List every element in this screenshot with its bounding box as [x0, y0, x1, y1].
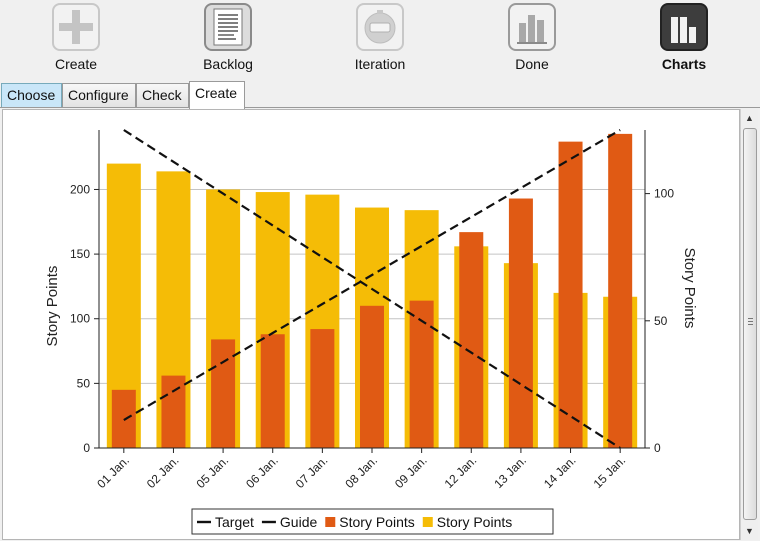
toolbar-backlog-label: Backlog	[203, 56, 253, 72]
y-tick-label-right: 50	[654, 314, 668, 328]
bar-orange	[508, 198, 533, 448]
y-tick-label-left: 0	[83, 441, 90, 455]
y-tick-label-left: 150	[70, 247, 90, 261]
tab-check[interactable]: Check	[136, 83, 189, 108]
x-tick-label: 15 Jan.	[591, 453, 629, 491]
legend-label: Guide	[280, 514, 318, 530]
chart-content-area: 0 50 100 150 200 0 50 100 01 Jan. 02 Jan. 05 Jan. 0…	[2, 109, 740, 540]
tab-divider	[0, 107, 760, 108]
bar-orange	[161, 375, 186, 448]
x-tick-label: 01 Jan.	[94, 453, 132, 491]
y-axis-label-left: Story Points	[44, 266, 61, 347]
x-tick-label: 07 Jan.	[293, 453, 331, 491]
x-tick-label: 06 Jan.	[243, 453, 281, 491]
y-tick-label-right: 0	[654, 441, 661, 455]
y-tick-label-right: 100	[654, 187, 674, 201]
legend-label: Story Points	[339, 514, 414, 530]
toolbar-create-label: Create	[54, 56, 98, 72]
x-tick-label: 12 Jan.	[442, 453, 480, 491]
x-tick-label: 02 Jan.	[144, 453, 182, 491]
x-tick-label: 14 Jan.	[541, 453, 579, 491]
legend-label: Target	[215, 514, 254, 530]
legend-label: Story Points	[437, 514, 512, 530]
x-tick-label: 05 Jan.	[193, 453, 231, 491]
document-list-icon	[204, 3, 252, 51]
wizard-tabs: Choose Configure Check Create	[0, 81, 760, 109]
chart-legend: Target Guide Story Points Story Points	[191, 508, 554, 535]
bar-orange	[310, 329, 335, 448]
toolbar-create-button[interactable]: Create	[26, 0, 126, 78]
bar-orange	[459, 232, 484, 448]
bar-orange	[558, 141, 583, 448]
toolbar-backlog-button[interactable]: Backlog	[178, 0, 278, 78]
bar-orange	[260, 334, 285, 448]
tab-configure[interactable]: Configure	[62, 83, 136, 108]
tab-choose[interactable]: Choose	[1, 83, 62, 108]
tab-create[interactable]: Create	[189, 81, 245, 109]
toolbar-iteration-button[interactable]: Iteration	[330, 0, 430, 78]
main-toolbar: Create Backlog Iteration Done Charts	[0, 0, 760, 78]
x-tick-label: 09 Jan.	[392, 453, 430, 491]
scrollbar-thumb[interactable]	[743, 128, 757, 520]
bar-orange	[211, 339, 236, 448]
toolbar-charts-button[interactable]: Charts	[634, 0, 734, 78]
legend-swatch-square	[325, 517, 336, 527]
toolbar-done-label: Done	[515, 56, 549, 72]
bar-chart-gray-icon	[508, 3, 556, 51]
x-tick-label: 13 Jan.	[491, 453, 529, 491]
bar-orange	[360, 305, 384, 448]
y-axis-label-right: Story Points	[681, 248, 698, 329]
app-window: Create Backlog Iteration Done Charts Cho…	[0, 0, 760, 541]
bar-orange	[409, 300, 434, 448]
y-tick-label-left: 100	[70, 312, 90, 326]
toolbar-charts-label: Charts	[661, 56, 707, 72]
burndown-chart: 0 50 100 150 200 0 50 100 01 Jan. 02 Jan. 05 Jan. 0…	[44, 129, 698, 535]
bar-chart-dark-icon	[660, 3, 708, 51]
plus-icon	[52, 3, 100, 51]
toolbar-done-button[interactable]: Done	[482, 0, 582, 78]
timer-icon	[356, 3, 404, 51]
legend-swatch-square	[422, 517, 433, 527]
toolbar-iteration-label: Iteration	[354, 56, 406, 72]
chart-panel: 0 50 100 150 200 0 50 100 01 Jan. 02 Jan. 05 Jan. 0…	[31, 117, 713, 539]
scroll-up-arrow-icon[interactable]: ▲	[741, 109, 758, 127]
vertical-scrollbar[interactable]: ▲ ▼	[740, 109, 758, 540]
grip-icon	[748, 318, 753, 325]
scroll-down-arrow-icon[interactable]: ▼	[741, 522, 758, 540]
bar-orange	[608, 133, 633, 448]
y-tick-label-left: 200	[70, 182, 90, 196]
y-tick-label-left: 50	[77, 376, 91, 390]
x-tick-label: 08 Jan.	[342, 453, 380, 491]
